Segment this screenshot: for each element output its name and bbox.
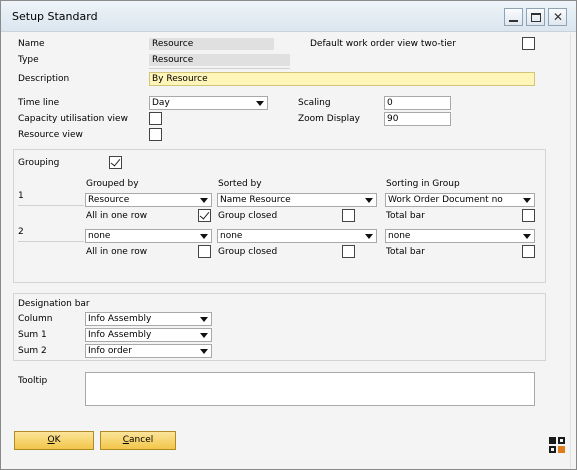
logo-square (558, 446, 565, 453)
grouped-by-header: Grouped by (86, 179, 139, 189)
zoom-display-input[interactable]: 90 (384, 112, 451, 126)
chevron-down-icon (200, 234, 208, 239)
grouped-by-1-value: Resource (88, 195, 130, 205)
setup-standard-window: Setup Standard ✕ Name Resource Type Reso… (0, 0, 577, 470)
all-in-one-row-1-label: All in one row (86, 211, 148, 221)
two-tier-label: Default work order view two-tier (310, 39, 456, 49)
sorted-by-header: Sorted by (218, 179, 262, 189)
title-bar[interactable]: Setup Standard ✕ (1, 1, 576, 32)
name-label: Name (18, 39, 45, 49)
designation-bar-label: Designation bar (18, 299, 90, 309)
column-value: Info Assembly (88, 314, 152, 324)
resource-view-checkbox[interactable] (149, 128, 162, 141)
ok-button[interactable]: OK (14, 431, 94, 450)
description-input[interactable]: By Resource (149, 72, 535, 86)
sorted-by-2-dropdown[interactable]: none (217, 229, 377, 243)
window-title: Setup Standard (12, 10, 98, 23)
sap-logo-icon (549, 437, 565, 453)
total-bar-2-checkbox[interactable] (522, 245, 535, 258)
resource-view-label: Resource view (18, 130, 83, 140)
sorting-in-group-2-value: none (388, 231, 411, 241)
sorting-in-group-1-dropdown[interactable]: Work Order Document no (385, 193, 535, 207)
logo-square (549, 437, 556, 444)
chevron-down-icon (256, 101, 264, 106)
checkmark-icon (199, 209, 210, 220)
close-icon: ✕ (553, 10, 564, 24)
minimize-button[interactable] (504, 8, 523, 26)
all-in-one-row-1-checkbox[interactable] (198, 209, 211, 222)
ok-label-rest: K (54, 435, 61, 445)
all-in-one-row-2-checkbox[interactable] (198, 245, 211, 258)
checkmark-icon (110, 156, 121, 167)
capacity-checkbox[interactable] (149, 112, 162, 125)
total-bar-2-label: Total bar (386, 247, 425, 257)
grouped-by-2-dropdown[interactable]: none (85, 229, 212, 243)
grouped-by-1-dropdown[interactable]: Resource (85, 193, 212, 207)
divider (18, 205, 84, 206)
sum-1-value: Info Assembly (88, 330, 152, 340)
close-button[interactable]: ✕ (548, 8, 567, 26)
time-line-label: Time line (18, 98, 60, 108)
chevron-down-icon (365, 198, 373, 203)
type-field: Resource (149, 54, 290, 66)
sorted-by-2-value: none (220, 231, 243, 241)
column-dropdown[interactable]: Info Assembly (85, 312, 212, 326)
chevron-down-icon (200, 198, 208, 203)
two-tier-checkbox[interactable] (522, 37, 535, 50)
divider (18, 241, 84, 242)
sorting-in-group-2-dropdown[interactable]: none (385, 229, 535, 243)
tooltip-label: Tooltip (18, 376, 48, 386)
all-in-one-row-2-label: All in one row (86, 247, 148, 257)
total-bar-1-checkbox[interactable] (522, 209, 535, 222)
sum-2-label: Sum 2 (18, 346, 47, 356)
description-label: Description (18, 74, 70, 84)
chevron-down-icon (365, 234, 373, 239)
ok-mnemonic: O (47, 435, 55, 445)
type-label: Type (18, 55, 39, 65)
chevron-down-icon (523, 198, 531, 203)
sum-2-dropdown[interactable]: Info order (85, 344, 212, 358)
group-closed-2-checkbox[interactable] (342, 245, 355, 258)
chevron-down-icon (200, 333, 208, 338)
time-line-dropdown[interactable]: Day (149, 96, 268, 110)
logo-square (558, 437, 565, 444)
group-closed-1-label: Group closed (218, 211, 278, 221)
cancel-button[interactable]: Cancel (100, 431, 176, 450)
tooltip-textarea[interactable] (85, 372, 535, 406)
sum-1-dropdown[interactable]: Info Assembly (85, 328, 212, 342)
sum-2-value: Info order (88, 346, 132, 356)
sum-1-label: Sum 1 (18, 330, 47, 340)
sorting-in-group-1-value: Work Order Document no (388, 195, 503, 205)
sorted-by-1-value: Name Resource (220, 195, 291, 205)
minimize-icon (509, 20, 518, 22)
scaling-label: Scaling (298, 98, 331, 108)
cancel-label-rest: ancel (129, 435, 154, 445)
scaling-input[interactable]: 0 (384, 96, 451, 110)
divider (149, 68, 290, 69)
chevron-down-icon (200, 317, 208, 322)
group-row-1-index: 1 (18, 191, 24, 201)
name-field: Resource (149, 38, 274, 50)
chevron-down-icon (200, 349, 208, 354)
chevron-down-icon (523, 234, 531, 239)
grouping-label: Grouping (18, 158, 60, 168)
sorted-by-1-dropdown[interactable]: Name Resource (217, 193, 377, 207)
maximize-icon (531, 13, 541, 22)
grouping-checkbox[interactable] (109, 156, 122, 169)
sorting-in-group-header: Sorting in Group (386, 179, 460, 189)
column-label: Column (18, 314, 53, 324)
group-row-2-index: 2 (18, 227, 24, 237)
time-line-value: Day (152, 98, 170, 108)
grouped-by-2-value: none (88, 231, 111, 241)
maximize-button[interactable] (526, 8, 545, 26)
scrollbar-edge (570, 33, 576, 469)
total-bar-1-label: Total bar (386, 211, 425, 221)
capacity-label: Capacity utilisation view (18, 114, 128, 124)
group-closed-2-label: Group closed (218, 247, 278, 257)
logo-square (549, 446, 556, 453)
group-closed-1-checkbox[interactable] (342, 209, 355, 222)
zoom-display-label: Zoom Display (298, 114, 360, 124)
